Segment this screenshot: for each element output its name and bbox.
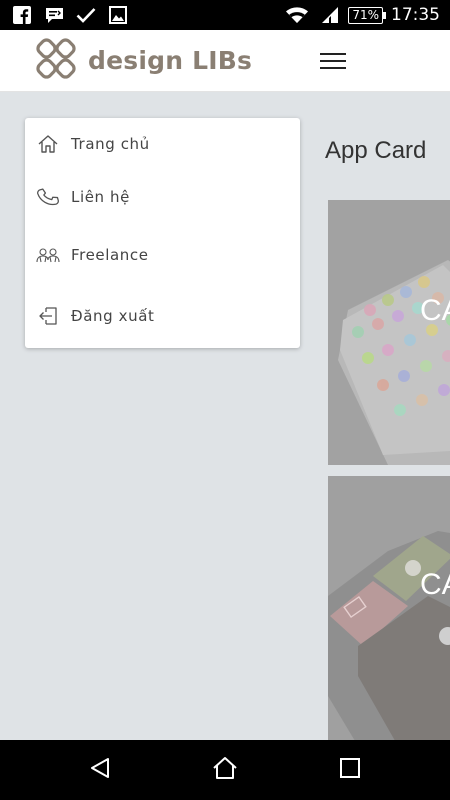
recents-icon bbox=[339, 757, 361, 783]
back-button[interactable] bbox=[80, 755, 120, 785]
menu-item-label: Trang chủ bbox=[71, 135, 150, 153]
app-card[interactable]: CA bbox=[328, 476, 450, 746]
status-bar: 71% 17:35 bbox=[0, 0, 450, 30]
home-icon bbox=[25, 134, 71, 154]
menu-item-label: Liên hệ bbox=[71, 188, 130, 206]
check-icon bbox=[76, 5, 96, 25]
hamburger-line bbox=[320, 67, 346, 69]
side-menu: Trang chủ Liên hệ Freelance Đăng xuất bbox=[25, 118, 300, 348]
phone-icon bbox=[25, 186, 71, 208]
back-icon bbox=[88, 756, 112, 784]
menu-item-freelance[interactable]: Freelance bbox=[25, 235, 300, 275]
menu-item-logout[interactable]: Đăng xuất bbox=[25, 296, 300, 336]
battery-indicator: 71% bbox=[348, 6, 386, 24]
menu-item-label: Freelance bbox=[71, 246, 149, 264]
home-icon bbox=[212, 756, 238, 784]
logo-mark-icon bbox=[30, 34, 82, 88]
hamburger-line bbox=[320, 60, 346, 62]
card-image bbox=[328, 476, 450, 746]
home-button[interactable] bbox=[205, 755, 245, 785]
battery-level: 71% bbox=[352, 8, 379, 22]
facebook-icon bbox=[12, 5, 32, 25]
hamburger-menu-button[interactable] bbox=[320, 50, 348, 72]
card-title: CA bbox=[420, 568, 450, 601]
brand-logo[interactable]: design LIBs bbox=[30, 34, 252, 88]
menu-item-home[interactable]: Trang chủ bbox=[25, 124, 300, 164]
app-card[interactable]: CA bbox=[328, 200, 450, 465]
card-image bbox=[328, 200, 450, 465]
wifi-icon bbox=[284, 5, 310, 25]
signal-icon bbox=[318, 5, 340, 25]
image-icon bbox=[108, 5, 128, 25]
menu-item-contact[interactable]: Liên hệ bbox=[25, 177, 300, 217]
card-title: CA bbox=[420, 294, 450, 327]
people-icon bbox=[25, 246, 71, 264]
navigation-bar bbox=[0, 740, 450, 800]
clock: 17:35 bbox=[391, 5, 440, 25]
menu-item-label: Đăng xuất bbox=[71, 307, 155, 325]
recents-button[interactable] bbox=[330, 755, 370, 785]
hamburger-line bbox=[320, 53, 346, 55]
app-header: design LIBs bbox=[0, 30, 450, 92]
notification-icons bbox=[0, 5, 128, 25]
app-screen: 71% 17:35 design LIBs App Card C C Trang… bbox=[0, 0, 450, 800]
logout-icon bbox=[25, 305, 71, 327]
brand-name: design LIBs bbox=[88, 46, 253, 75]
system-icons: 71% 17:35 bbox=[284, 5, 450, 25]
page-title: App Card bbox=[325, 137, 427, 164]
message-icon bbox=[44, 5, 64, 25]
